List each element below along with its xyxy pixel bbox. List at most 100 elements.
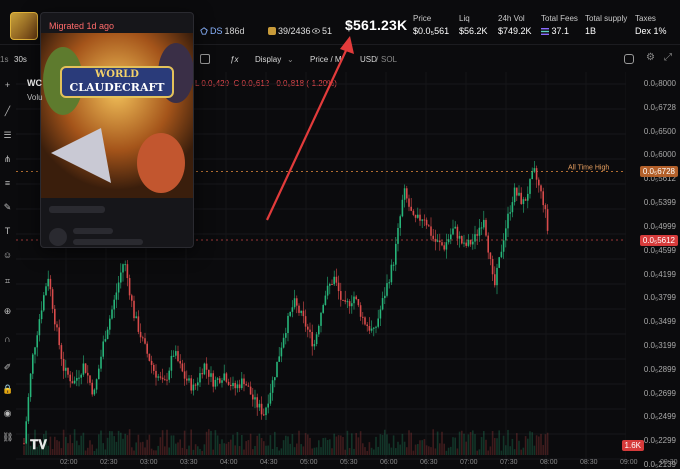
candle [527,193,529,201]
candle [337,282,340,292]
text-icon[interactable]: T [2,226,13,237]
candle [478,227,481,236]
candle [80,374,82,378]
candle [144,338,146,344]
volume-bar [379,434,382,455]
candle [280,347,283,357]
ds-chip[interactable]: DS 186d [200,26,245,36]
volume-bar [199,448,201,455]
candle [236,384,239,389]
lock-icon[interactable]: 🔒 [2,384,13,395]
candle [157,376,159,378]
trendline-icon[interactable]: ╱ [2,106,13,117]
volume-bar [274,431,276,455]
candle [256,397,258,408]
candle [344,300,346,302]
candle [73,380,76,384]
ruler-icon[interactable]: ⌗ [2,276,13,287]
usd-toggle[interactable]: USD [360,55,377,64]
candle [34,347,36,355]
candle [472,241,474,245]
candle [480,227,483,229]
sol-toggle[interactable]: SOL [381,55,397,64]
volume-bar [168,447,170,455]
candle [384,295,386,299]
candle [500,251,503,258]
token-logo[interactable] [10,12,38,40]
volume-bar [155,450,157,455]
candle [359,305,362,317]
candle [329,283,331,286]
volume-bar [282,440,285,455]
camera-icon[interactable] [624,54,634,64]
volume-bar [452,437,454,455]
candle [269,392,272,404]
token-preview-card[interactable]: Migrated 1d ago WORLD CLAUDECRAFT [40,12,194,248]
volume-bar [401,433,404,455]
candle [95,379,98,390]
candle [302,310,305,317]
magnet-icon[interactable]: ∩ [2,334,13,345]
volume-bar [348,448,351,455]
candle [421,219,423,221]
volume-bar [540,433,542,455]
candle [84,363,87,373]
pitchfork-icon[interactable]: ⋔ [2,154,13,165]
interval-1s[interactable]: 1s [0,55,8,64]
pencil-lock-icon[interactable]: ✐ [2,362,13,373]
volume-bar [487,450,489,455]
candle [40,310,43,320]
volume-bar [247,440,250,455]
volume-bar [397,441,399,455]
volume-bar [522,447,525,455]
volume-bar [384,429,386,455]
candle [318,325,320,335]
fib-icon[interactable]: ≡ [2,178,13,189]
price-tick-label: 0.0₅5399 [643,198,676,208]
link-icon[interactable]: ⛓ [2,432,13,443]
candles-icon[interactable] [200,54,210,64]
volume-bar [100,430,102,455]
zoom-icon[interactable]: ⊕ [2,306,13,317]
candle [232,382,234,387]
time-tick-label: 05:30 [340,459,358,466]
candle [392,264,395,266]
indicators-icon[interactable]: ƒx [230,55,238,64]
candle [150,360,153,365]
candle [397,227,399,244]
volume-bar [463,433,465,455]
candle [311,331,313,347]
loading-skeleton [49,206,105,213]
fullscreen-icon[interactable]: ⤢ [664,52,672,63]
brush-icon[interactable]: ✎ [2,202,13,213]
volume-bar [153,450,155,455]
candle [93,389,96,395]
volume-bar [344,449,346,455]
volume-bar [489,446,492,455]
candle [60,345,63,359]
price-axis[interactable]: 0.0₅8000 0.0₅6728 0.0₅6500 0.0₅6000 0.0₅5612… [621,72,680,469]
tradingview-logo[interactable]: 𝐓𝐕 [30,437,47,453]
interval-30s[interactable]: 30s [14,55,27,64]
volume-bar [183,430,186,455]
crosshair-icon[interactable]: + [2,80,13,91]
time-tick-label: 04:00 [220,459,238,466]
volume-bar [355,433,357,455]
ath-price-badge: 0.0₅6728 [639,166,678,178]
settings-icon[interactable]: ⚙ [646,52,655,63]
candle [109,318,111,330]
emoji-icon[interactable]: ☺ [2,250,13,261]
stat-taxes: Taxes Dex 1% [635,14,667,36]
volume-bar [300,444,302,455]
volume-bar [126,435,129,455]
solana-icon [541,28,549,35]
candle [258,403,261,408]
volume-bar [276,446,278,455]
horizontal-lines-icon[interactable]: ☰ [2,130,13,141]
candle [348,301,351,307]
candle [430,226,432,236]
candle [203,363,206,375]
stat-total-supply: Total supply 1B [585,14,628,36]
price-tick-label: 0.0₅4599 [643,245,676,255]
eye-toggle-icon[interactable]: ◉ [2,408,13,419]
